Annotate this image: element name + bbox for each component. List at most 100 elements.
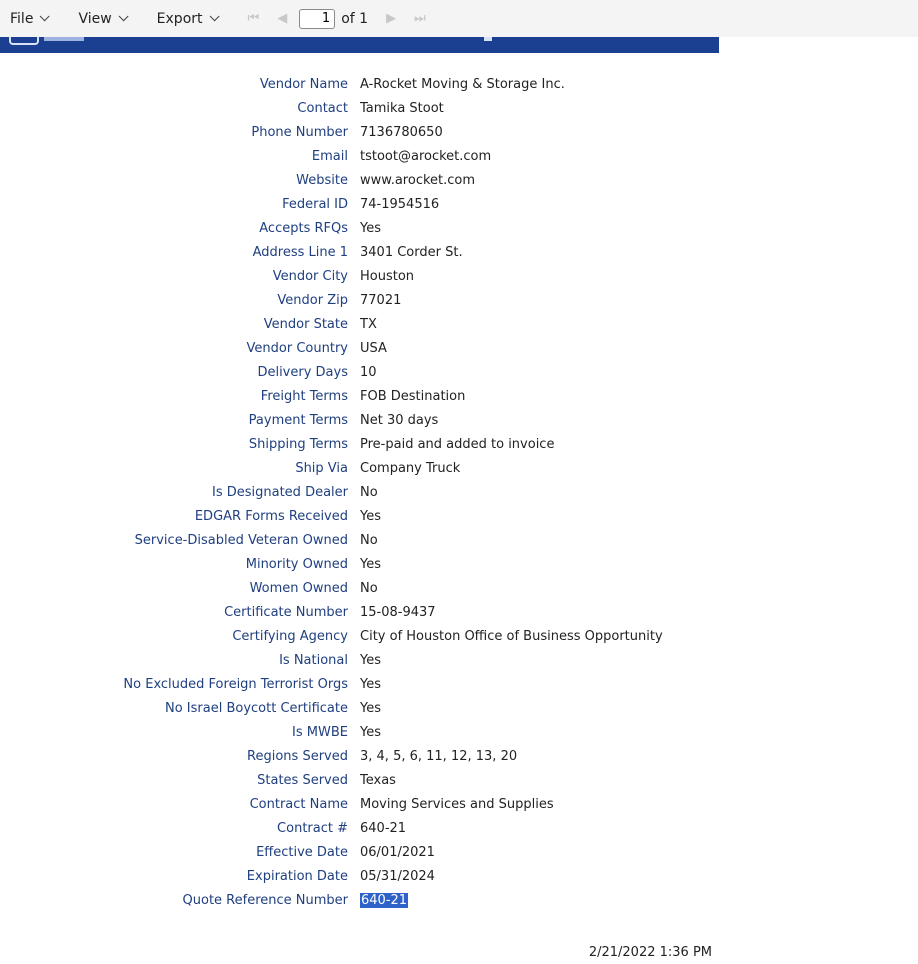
field-value: No [360, 580, 378, 596]
field-label: Minority Owned [245, 556, 348, 572]
detail-row: Effective Date 06/01/2021 [0, 840, 719, 864]
field-label: Freight Terms [260, 388, 348, 404]
detail-row: Is National Yes [0, 648, 719, 672]
field-label: Contact [297, 100, 348, 116]
field-value: 3401 Corder St. [360, 244, 463, 260]
field-label: Phone Number [251, 124, 348, 140]
field-label: Federal ID [282, 196, 348, 212]
detail-row: Vendor Name A-Rocket Moving & Storage Inc… [0, 72, 719, 96]
page-count: of 1 [341, 10, 369, 27]
detail-row: Vendor State TX [0, 312, 719, 336]
field-label: Payment Terms [248, 412, 348, 428]
file-menu-label: File [10, 10, 34, 27]
report-toolbar: File View Export ⏮ ◀ of 1 ▶ ⏭ [0, 0, 918, 37]
field-label: EDGAR Forms Received [194, 508, 348, 524]
field-value: City of Houston Office of Business Oppor… [360, 628, 663, 644]
detail-row: Is Designated Dealer No [0, 480, 719, 504]
field-value: Texas [360, 772, 396, 788]
last-page-icon[interactable]: ⏭ [414, 11, 426, 26]
detail-row: Phone Number 7136780650 [0, 120, 719, 144]
detail-row: Vendor City Houston [0, 264, 719, 288]
detail-row: Freight Terms FOB Destination [0, 384, 719, 408]
field-label: Is MWBE [292, 724, 348, 740]
detail-row: EDGAR Forms Received Yes [0, 504, 719, 528]
detail-row: Contact Tamika Stoot [0, 96, 719, 120]
field-value: Net 30 days [360, 412, 439, 428]
field-label: Ship Via [295, 460, 348, 476]
field-label: Is Designated Dealer [212, 484, 348, 500]
field-value: Pre-paid and added to invoice [360, 436, 555, 452]
report-timestamp: 2/21/2022 1:36 PM [588, 945, 712, 960]
detail-row: Payment Terms Net 30 days [0, 408, 719, 432]
detail-row: Shipping Terms Pre-paid and added to invo… [0, 432, 719, 456]
first-page-icon[interactable]: ⏮ [248, 11, 260, 26]
field-value: Yes [360, 508, 381, 524]
logo-text-fragment [44, 37, 84, 41]
detail-row: Website www.arocket.com [0, 168, 719, 192]
field-value: 77021 [360, 292, 402, 308]
field-value: FOB Destination [360, 388, 466, 404]
field-label: Website [296, 172, 348, 188]
field-value: Company Truck [360, 460, 461, 476]
field-value: Yes [360, 220, 381, 236]
detail-row: Vendor Zip 77021 [0, 288, 719, 312]
field-label: Certifying Agency [232, 628, 348, 644]
detail-row: Certificate Number 15-08-9437 [0, 600, 719, 624]
detail-row: Email tstoot@arocket.com [0, 144, 719, 168]
field-value-selected: 640-21 [360, 892, 409, 908]
field-value: www.arocket.com [360, 172, 476, 188]
field-value: 15-08-9437 [360, 604, 436, 620]
chevron-down-icon [209, 11, 220, 22]
field-label: No Excluded Foreign Terrorist Orgs [123, 676, 348, 692]
detail-row: Address Line 1 3401 Corder St. [0, 240, 719, 264]
field-label: Vendor State [263, 316, 348, 332]
detail-row: States Served Texas [0, 768, 719, 792]
detail-row: Ship Via Company Truck [0, 456, 719, 480]
detail-row: Vendor Country USA [0, 336, 719, 360]
previous-page-icon[interactable]: ◀ [277, 11, 287, 26]
field-label: Is National [279, 652, 348, 668]
field-value: 3, 4, 5, 6, 11, 12, 13, 20 [360, 748, 518, 764]
field-label: States Served [257, 772, 348, 788]
detail-row: Regions Served 3, 4, 5, 6, 11, 12, 13, 20 [0, 744, 719, 768]
field-label: Vendor Zip [277, 292, 348, 308]
detail-row: Quote Reference Number 640-21 [0, 888, 719, 912]
field-label: Vendor Name [259, 76, 348, 92]
detail-row: Delivery Days 10 [0, 360, 719, 384]
field-label: Email [311, 148, 348, 164]
field-label: Vendor City [272, 268, 348, 284]
field-label: Vendor Country [246, 340, 348, 356]
field-value: Yes [360, 700, 381, 716]
detail-row: Contract # 640-21 [0, 816, 719, 840]
page-number-input[interactable] [299, 8, 336, 29]
field-value: 74-1954516 [360, 196, 440, 212]
export-menu[interactable]: Export [157, 11, 220, 27]
field-label: Contract Name [249, 796, 348, 812]
field-value: tstoot@arocket.com [360, 148, 492, 164]
field-value: A-Rocket Moving & Storage Inc. [360, 76, 565, 92]
next-page-icon[interactable]: ▶ [386, 11, 396, 26]
field-value: Yes [360, 676, 381, 692]
field-value: Yes [360, 724, 381, 740]
chevron-down-icon [40, 11, 51, 22]
field-label: Effective Date [256, 844, 348, 860]
field-value: Houston [360, 268, 415, 284]
field-label: Certificate Number [224, 604, 348, 620]
field-value: 05/31/2024 [360, 868, 435, 884]
file-menu[interactable]: File [10, 10, 51, 27]
field-label: Expiration Date [246, 868, 348, 884]
detail-row: Contract Name Moving Services and Supplie… [0, 792, 719, 816]
detail-row: Minority Owned Yes [0, 552, 719, 576]
report-header-banner [0, 37, 719, 53]
detail-row: Service-Disabled Veteran Owned No [0, 528, 719, 552]
detail-row: Certifying Agency City of Houston Office … [0, 624, 719, 648]
truck-logo-icon [9, 37, 39, 45]
field-value: USA [360, 340, 387, 356]
vendor-details-list: Vendor Name A-Rocket Moving & Storage Inc… [0, 72, 719, 912]
detail-row: No Excluded Foreign Terrorist Orgs Yes [0, 672, 719, 696]
chevron-down-icon [118, 11, 129, 22]
field-label: Delivery Days [257, 364, 348, 380]
title-text-fragment [484, 37, 492, 41]
field-label: Regions Served [247, 748, 348, 764]
view-menu[interactable]: View [78, 11, 129, 27]
